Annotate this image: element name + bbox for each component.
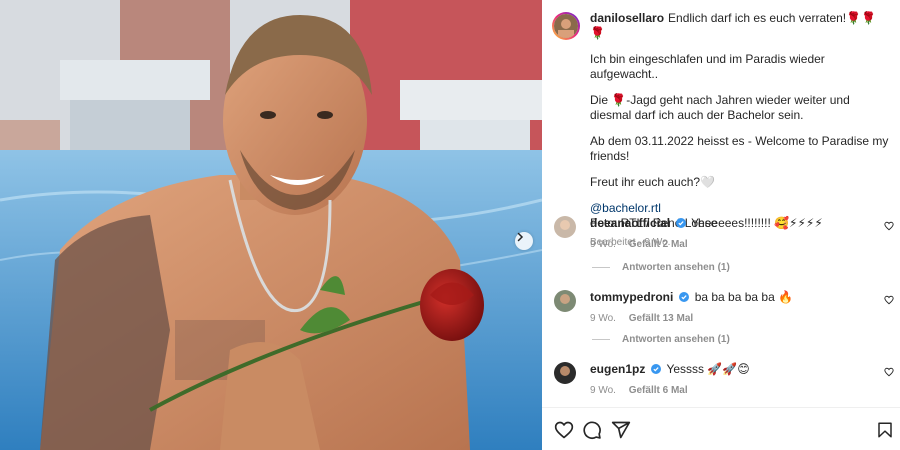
heart-icon[interactable]: [884, 221, 894, 231]
comment-time: 9 Wo.: [590, 239, 616, 250]
comment-time: 9 Wo.: [590, 385, 616, 396]
comment-likes[interactable]: Gefällt 2 Mal: [629, 239, 688, 250]
avatar-image: [554, 290, 576, 312]
author-avatar[interactable]: [552, 12, 580, 40]
comment-avatar[interactable]: [554, 216, 576, 238]
view-replies-label: Antworten ansehen (1): [622, 334, 730, 345]
post-photo[interactable]: [0, 0, 542, 450]
replies-divider: [592, 339, 610, 340]
comment-avatar[interactable]: [554, 362, 576, 384]
comment-meta: 9 Wo. Gefällt 6 Mal: [590, 383, 870, 398]
bookmark-icon[interactable]: [876, 420, 894, 440]
comment-username[interactable]: deeanaofficial: [590, 216, 670, 230]
comment-text: ba ba ba ba ba 🔥: [694, 290, 794, 304]
comment-avatar[interactable]: [554, 290, 576, 312]
view-replies-label: Antworten ansehen (1): [622, 262, 730, 273]
caption-paragraph: Ich bin eingeschlafen und im Paradis wie…: [590, 52, 825, 81]
caption-paragraph: Freut ihr euch auch?🤍: [590, 175, 716, 189]
heart-icon[interactable]: [884, 295, 894, 305]
comment-body: deeanaofficial Yeeeeees!!!!!!!! 🥰⚡⚡⚡⚡ 9 …: [590, 216, 870, 252]
comment-item: tommypedroni ba ba ba ba ba 🔥 9 Wo. Gefä…: [542, 290, 900, 330]
comment-meta: 9 Wo. Gefällt 13 Mal: [590, 311, 870, 326]
next-photo-button[interactable]: [515, 232, 533, 250]
avatar-image: [554, 216, 576, 238]
comment-username[interactable]: eugen1pz: [590, 362, 645, 376]
heart-icon[interactable]: [884, 367, 894, 377]
avatar-image: [554, 14, 578, 38]
comment-username[interactable]: tommypedroni: [590, 290, 673, 304]
comment-time: 9 Wo.: [590, 313, 616, 324]
comment-text: Yessss 🚀🚀😊: [666, 362, 750, 376]
mention-link[interactable]: @bachelor.rtl: [590, 201, 890, 216]
share-icon[interactable]: [611, 420, 631, 440]
view-replies-button[interactable]: Antworten ansehen (1): [592, 334, 730, 345]
caption-paragraph: Ab dem 03.11.2022 heisst es - Welcome to…: [590, 134, 889, 163]
comment-item: deeanaofficial Yeeeeees!!!!!!!! 🥰⚡⚡⚡⚡ 9 …: [542, 216, 900, 256]
photo-illustration: [0, 0, 542, 450]
comment-body: tommypedroni ba ba ba ba ba 🔥 9 Wo. Gefä…: [590, 290, 870, 326]
post-details-panel: danilosellaro Endlich darf ich es euch ve…: [542, 0, 900, 450]
post-caption: danilosellaro Endlich darf ich es euch ve…: [590, 11, 890, 250]
comment-text: Yeeeeees!!!!!!!! 🥰⚡⚡⚡⚡: [691, 216, 823, 230]
avatar-image: [554, 362, 576, 384]
view-replies-button[interactable]: Antworten ansehen (1): [592, 262, 730, 273]
comment-body: eugen1pz Yessss 🚀🚀😊 9 Wo. Gefällt 6 Mal: [590, 362, 870, 398]
caption-paragraph: Die 🌹-Jagd geht nach Jahren wieder weite…: [590, 93, 850, 122]
comment-item: eugen1pz Yessss 🚀🚀😊 9 Wo. Gefällt 6 Mal: [542, 362, 900, 402]
verified-badge-icon: [651, 364, 662, 374]
comment-icon[interactable]: [582, 420, 602, 440]
author-username[interactable]: danilosellaro: [590, 11, 664, 25]
comments-scroll-area[interactable]: danilosellaro Endlich darf ich es euch ve…: [542, 0, 900, 405]
verified-badge-icon: [676, 218, 687, 228]
comment-meta: 9 Wo. Gefällt 2 Mal: [590, 237, 870, 252]
replies-divider: [592, 267, 610, 268]
comment-likes[interactable]: Gefällt 13 Mal: [629, 313, 693, 324]
chevron-right-icon: [517, 232, 524, 242]
comment-likes[interactable]: Gefällt 6 Mal: [629, 385, 688, 396]
heart-icon[interactable]: [554, 420, 574, 440]
post-action-bar: [542, 407, 900, 450]
verified-badge-icon: [679, 292, 690, 302]
